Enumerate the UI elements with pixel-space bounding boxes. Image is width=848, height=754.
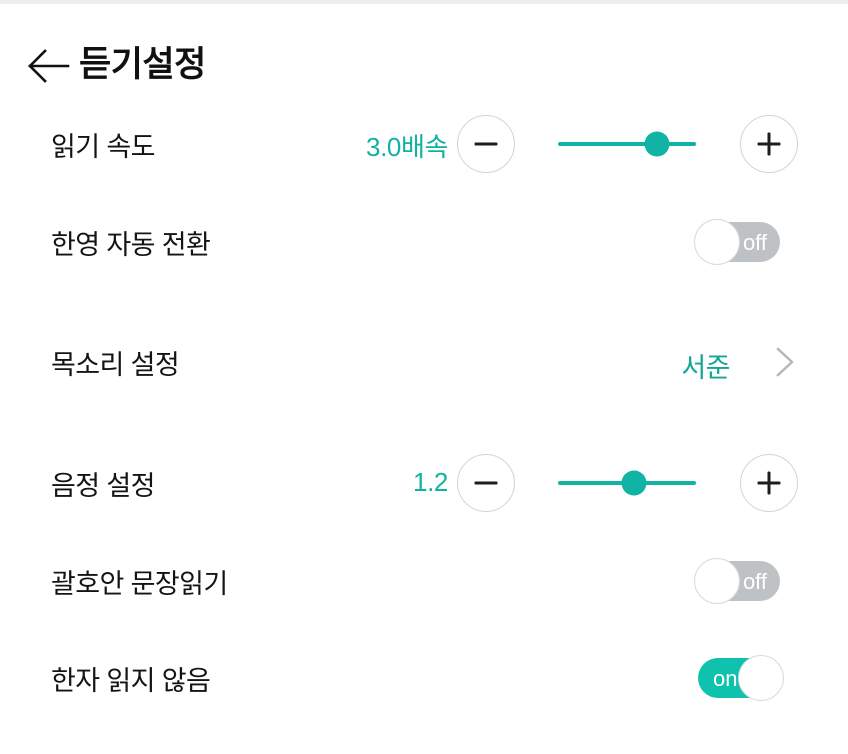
parenthesis-reading-toggle[interactable]: off: [694, 558, 780, 604]
back-arrow-icon[interactable]: [26, 48, 70, 84]
row-label-auto-switch: 한영 자동 전환: [51, 229, 211, 260]
pitch-setting-value: 1.2: [413, 467, 448, 497]
slider-thumb[interactable]: [644, 131, 670, 157]
minus-icon: [474, 481, 498, 485]
slider-thumb[interactable]: [621, 470, 647, 496]
reading-speed-slider[interactable]: [558, 124, 696, 164]
reading-speed-increase-button[interactable]: [740, 115, 798, 173]
row-pitch-setting: 음정 설정 1.2: [0, 451, 848, 515]
row-reading-speed: 읽기 속도 3.0배속: [0, 112, 848, 176]
row-label-reading-speed: 읽기 속도: [51, 131, 155, 162]
row-label-pitch-setting: 음정 설정: [51, 470, 155, 501]
row-auto-switch: 한영 자동 전환 off: [0, 210, 848, 274]
row-label-voice-setting: 목소리 설정: [51, 349, 180, 380]
pitch-decrease-button[interactable]: [457, 454, 515, 512]
row-label-skip-hanja: 한자 읽지 않음: [51, 665, 211, 696]
row-voice-setting[interactable]: 목소리 설정 서준: [0, 330, 848, 394]
reading-speed-value: 3.0배속: [366, 132, 448, 162]
toggle-knob: [738, 655, 784, 701]
plus-icon-vertical: [767, 471, 771, 495]
arrow-left-icon: [28, 49, 70, 83]
row-skip-hanja: 한자 읽지 않음 on: [0, 646, 848, 710]
minus-icon: [474, 142, 498, 146]
toggle-state-label: off: [742, 230, 767, 255]
skip-hanja-toggle[interactable]: on: [698, 655, 784, 701]
reading-speed-decrease-button[interactable]: [457, 115, 515, 173]
pitch-slider[interactable]: [558, 463, 696, 503]
row-label-parenthesis-reading: 괄호안 문장읽기: [51, 568, 228, 599]
pitch-increase-button[interactable]: [740, 454, 798, 512]
plus-icon-vertical: [767, 132, 771, 156]
voice-setting-value: 서준: [681, 353, 730, 383]
auto-switch-toggle[interactable]: off: [694, 219, 780, 265]
toggle-knob: [694, 219, 740, 265]
chevron-right-glyph: [776, 347, 794, 377]
toggle-knob: [694, 558, 740, 604]
top-status-strip: [0, 0, 848, 4]
toggle-state-label: off: [742, 569, 767, 594]
toggle-state-label: on: [713, 666, 738, 691]
slider-track: [558, 142, 696, 146]
row-parenthesis-reading: 괄호안 문장읽기 off: [0, 549, 848, 613]
chevron-right-icon[interactable]: [772, 345, 798, 379]
page-header: 듣기설정: [0, 32, 848, 102]
page-title: 듣기설정: [79, 45, 206, 84]
